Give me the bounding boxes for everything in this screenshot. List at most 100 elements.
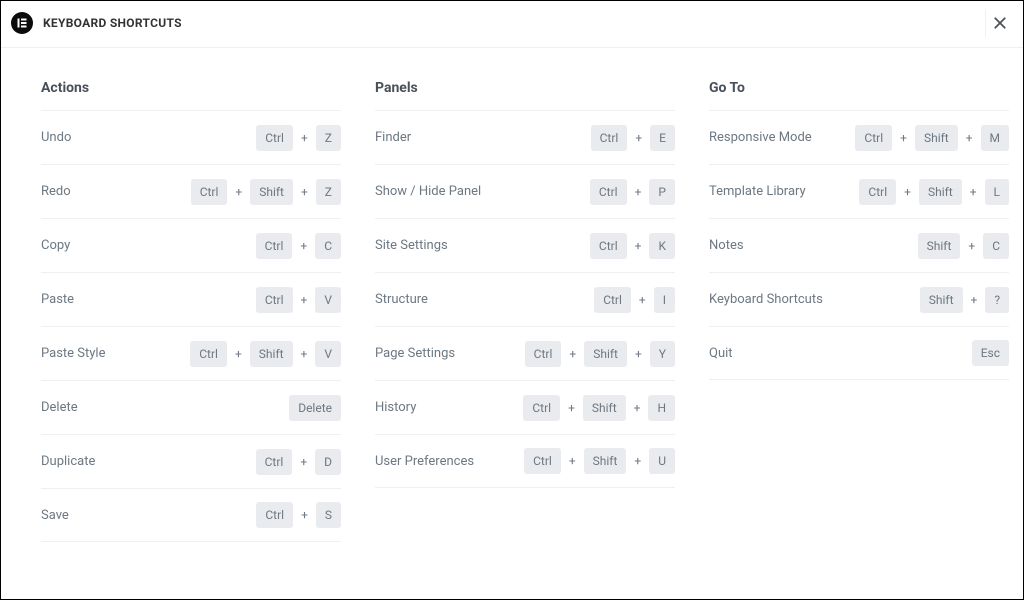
key-plus: + (968, 239, 975, 253)
key-plus: + (301, 185, 308, 199)
shortcut-label: Duplicate (41, 454, 95, 469)
key: E (650, 125, 675, 151)
dialog-header: KEYBOARD SHORTCUTS (1, 1, 1023, 48)
key: ? (985, 287, 1009, 313)
key: Ctrl (590, 179, 627, 205)
key-plus: + (569, 454, 576, 468)
key-plus: + (569, 347, 576, 361)
key: Ctrl (191, 179, 228, 205)
key: Z (316, 125, 341, 151)
close-button[interactable] (985, 9, 1013, 37)
shortcut-list: Responsive Mode Ctrl + Shift + M Templat… (709, 110, 1009, 380)
key: Ctrl (859, 179, 896, 205)
shortcut-keys: Shift + ? (920, 287, 1009, 313)
shortcut-list: Finder Ctrl + E Show / Hide Panel Ctrl +… (375, 110, 675, 488)
key: M (981, 125, 1009, 151)
close-icon (993, 16, 1007, 30)
shortcut-label: Copy (41, 238, 70, 253)
key: Shift (919, 179, 962, 205)
key-plus: + (966, 131, 973, 145)
key: U (649, 448, 675, 474)
shortcut-keys: Delete (289, 395, 341, 421)
key: D (315, 449, 341, 475)
shortcut-label: Delete (41, 400, 78, 415)
key: Shift (583, 395, 626, 421)
shortcut-keys: Ctrl + V (256, 287, 341, 313)
shortcut-keys: Ctrl + Shift + U (524, 448, 675, 474)
shortcut-keys: Esc (972, 340, 1009, 366)
key: Y (650, 341, 675, 367)
key: Ctrl (525, 341, 562, 367)
key: Delete (289, 395, 341, 421)
key-plus: + (639, 293, 646, 307)
key: Ctrl (256, 287, 293, 313)
key-plus: + (301, 508, 308, 522)
shortcut-row: Template Library Ctrl + Shift + L (709, 164, 1009, 218)
key: Shift (918, 233, 961, 259)
shortcut-row: User Preferences Ctrl + Shift + U (375, 434, 675, 488)
shortcut-label: Redo (41, 184, 71, 199)
shortcut-keys: Ctrl + Shift + Z (191, 179, 341, 205)
shortcut-label: Finder (375, 130, 411, 145)
key-plus: + (235, 185, 242, 199)
shortcut-list: Undo Ctrl + Z Redo Ctrl + Shift + Z (41, 110, 341, 542)
key: Ctrl (256, 125, 293, 151)
key-plus: + (635, 239, 642, 253)
shortcut-label: Page Settings (375, 346, 455, 361)
key: Shift (915, 125, 958, 151)
shortcut-keys: Ctrl + P (590, 179, 675, 205)
shortcut-label: History (375, 400, 416, 415)
app-logo-icon (11, 12, 33, 34)
shortcut-row: Delete Delete (41, 380, 341, 434)
shortcut-keys: Shift + C (918, 233, 1009, 259)
column-heading: Actions (41, 80, 341, 96)
shortcut-label: Site Settings (375, 238, 448, 253)
key-plus: + (635, 347, 642, 361)
key-plus: + (970, 185, 977, 199)
key: Ctrl (594, 287, 631, 313)
key-plus: + (634, 454, 641, 468)
shortcut-keys: Ctrl + K (590, 233, 675, 259)
key-plus: + (904, 185, 911, 199)
key: Ctrl (190, 341, 227, 367)
shortcut-keys: Ctrl + Shift + L (859, 179, 1009, 205)
shortcut-label: Paste Style (41, 346, 105, 361)
shortcut-row: Show / Hide Panel Ctrl + P (375, 164, 675, 218)
column-heading: Go To (709, 80, 1009, 96)
key: Shift (250, 341, 293, 367)
key: K (649, 233, 675, 259)
key-plus: + (300, 455, 307, 469)
key: L (985, 179, 1009, 205)
column-goto: Go To Responsive Mode Ctrl + Shift + M T… (709, 80, 1009, 542)
shortcut-row: Structure Ctrl + I (375, 272, 675, 326)
shortcut-label: Show / Hide Panel (375, 184, 481, 199)
key-plus: + (568, 401, 575, 415)
key: Ctrl (523, 395, 560, 421)
shortcut-row: Page Settings Ctrl + Shift + Y (375, 326, 675, 380)
shortcut-row: Redo Ctrl + Shift + Z (41, 164, 341, 218)
shortcut-keys: Ctrl + Shift + H (523, 395, 675, 421)
key: Shift (584, 448, 627, 474)
shortcut-row: Paste Style Ctrl + Shift + V (41, 326, 341, 380)
shortcut-label: Paste (41, 292, 74, 307)
shortcut-row: Site Settings Ctrl + K (375, 218, 675, 272)
shortcut-row: Notes Shift + C (709, 218, 1009, 272)
shortcut-row: Quit Esc (709, 326, 1009, 380)
key: V (315, 341, 341, 367)
key: Shift (250, 179, 293, 205)
key: V (315, 287, 341, 313)
shortcut-keys: Ctrl + D (256, 449, 341, 475)
key: S (316, 502, 341, 528)
shortcut-keys: Ctrl + Z (256, 125, 341, 151)
column-panels: Panels Finder Ctrl + E Show / Hide Panel… (375, 80, 675, 542)
key-plus: + (300, 239, 307, 253)
key: Shift (584, 341, 627, 367)
shortcut-label: Save (41, 508, 69, 523)
key: Ctrl (855, 125, 892, 151)
shortcut-row: Paste Ctrl + V (41, 272, 341, 326)
shortcut-row: Finder Ctrl + E (375, 110, 675, 164)
dialog-title: KEYBOARD SHORTCUTS (43, 16, 182, 30)
shortcut-label: Responsive Mode (709, 130, 812, 145)
key: Ctrl (591, 125, 628, 151)
shortcut-row: Keyboard Shortcuts Shift + ? (709, 272, 1009, 326)
